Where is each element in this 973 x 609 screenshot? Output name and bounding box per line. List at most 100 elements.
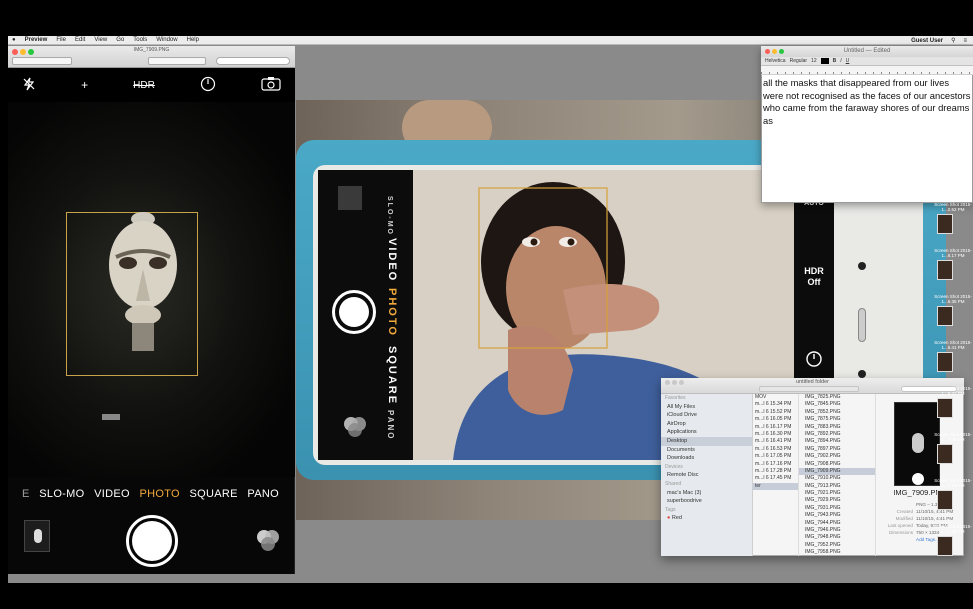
textedit-close-button[interactable] [765,49,770,54]
finder-file-row[interactable]: IMG_7883.PNG [799,424,875,431]
screenshot-file-icon[interactable] [937,214,953,234]
sidebar-item-remote-disc[interactable]: Remote Disc [661,471,752,480]
bold-button[interactable]: B [833,58,837,64]
finder-file-row[interactable]: IMG_7825.PNG [799,394,875,401]
textedit-ruler[interactable] [761,66,973,75]
screenshot-file-label[interactable]: Screen Shot 2015-1...6.35 PM [933,294,973,304]
shutter-button-inner[interactable] [132,521,172,561]
screenshot-file-label[interactable]: Screen Shot 2015-1...8.17 PM [933,248,973,258]
sidebar-item-applications[interactable]: Applications [661,428,752,437]
finder-file-row[interactable]: IMG_7902.PNG [799,453,875,460]
finder-file-row[interactable]: IMG_7909.PNG [799,467,875,476]
mode-photo[interactable]: PHOTO [139,488,179,506]
menu-tools[interactable]: Tools [133,37,147,43]
finder-file-row[interactable]: IMG_7875.PNG [799,416,875,423]
search-input[interactable] [216,57,290,65]
screenshot-file-icon[interactable] [937,444,953,464]
hdr-toggle[interactable]: HDR [133,80,155,91]
notification-icon[interactable]: ≡ [963,38,967,44]
sidebar-item-superboodrive[interactable]: superboodrive [661,497,752,506]
menu-go[interactable]: Go [116,37,124,43]
sidebar-item-macs-mac[interactable]: mac's Mac (3) [661,489,752,498]
textedit-minimize-button[interactable] [772,49,777,54]
finder-minimize-button[interactable] [672,380,677,385]
finder-col-a-item[interactable]: m...l 6 16.41 PM [753,438,798,445]
spotlight-icon[interactable]: ⚲ [951,37,955,44]
switch-camera-icon[interactable] [261,76,281,94]
sidebar-item-tag-red[interactable]: ● Red [661,514,752,523]
font-size-select[interactable]: 12 [811,58,817,64]
screenshot-file-label[interactable]: Screen Shot 2015-1...7.05 PM [933,432,973,442]
finder-file-row[interactable]: IMG_7894.PNG [799,438,875,445]
mode-slomo[interactable]: SLO-MO [39,488,84,506]
finder-col-a-item[interactable]: MOV [753,394,798,401]
live-icon[interactable]: + [81,78,88,92]
finder-col-a-item[interactable]: m...l 6 17.16 PM [753,461,798,468]
finder-file-row[interactable]: IMG_7852.PNG [799,409,875,416]
menu-preview[interactable]: Preview [25,37,48,43]
finder-col-a-item[interactable]: m...l 6 17.45 PM [753,475,798,482]
finder-file-row[interactable]: IMG_7948.PNG [799,534,875,541]
finder-file-row[interactable]: IMG_7943.PNG [799,512,875,519]
sidebar-item-icloud-drive[interactable]: iCloud Drive [661,411,752,420]
finder-file-row[interactable]: IMG_7913.PNG [799,483,875,490]
finder-file-row[interactable]: IMG_7946.PNG [799,527,875,534]
screenshot-file-label[interactable]: Screen Shot 2015-1...7.16 PM [933,478,973,488]
finder-col-a-item[interactable]: m...l 6 17.28 PM [753,468,798,475]
apple-icon[interactable]: ● [12,37,16,43]
screenshot-file-icon[interactable] [937,490,953,510]
underline-button[interactable]: U [846,58,850,64]
menu-edit[interactable]: Edit [75,37,85,43]
finder-col-a-item[interactable]: m...l 6 16.05 PM [753,416,798,423]
finder-file-row[interactable]: IMG_7921.PNG [799,490,875,497]
finder-file-row[interactable]: IMG_7910.PNG [799,475,875,482]
screenshot-file-label[interactable]: Screen Shot 2015-1...6.42 PM [933,386,973,396]
text-color-swatch[interactable] [820,58,829,64]
filters-icon[interactable] [254,527,282,555]
menu-help[interactable]: Help [187,37,199,43]
screenshot-file-icon[interactable] [937,352,953,372]
finder-file-row[interactable]: IMG_7845.PNG [799,401,875,408]
textedit-body[interactable]: all the masks that disappeared from our … [763,77,971,197]
mode-video[interactable]: VIDEO [94,488,130,506]
finder-col-a-item[interactable]: m...l 6 15.52 PM [753,409,798,416]
screenshot-file-icon[interactable] [937,306,953,326]
sidebar-item-airdrop[interactable]: AirDrop [661,420,752,429]
mode-pano[interactable]: PANO [247,488,279,506]
finder-col-a-item[interactable]: m...l 6 15.34 PM [753,401,798,408]
finder-file-row[interactable]: IMG_7958.PNG [799,549,875,556]
sidebar-item-all-my-files[interactable]: All My Files [661,403,752,412]
iphone-mode-selector[interactable]: E SLO-MO VIDEO PHOTO SQUARE PANO [8,488,295,506]
sidebar-item-documents[interactable]: Documents [661,446,752,455]
mode-square[interactable]: SQUARE [190,488,238,506]
finder-col-a-item[interactable]: m...l 6 16.53 PM [753,446,798,453]
font-style-select[interactable]: Regular [790,58,808,64]
finder-file-row[interactable]: IMG_7944.PNG [799,520,875,527]
finder-file-row[interactable]: IMG_7929.PNG [799,497,875,504]
finder-zoom-button[interactable] [679,380,684,385]
camera-roll-thumbnail[interactable] [24,520,50,552]
finder-col-a-item[interactable]: m...l 6 16.30 PM [753,431,798,438]
finder-col-a-item[interactable]: m...l 6 16.17 PM [753,424,798,431]
font-family-select[interactable]: Helvetica [765,58,786,64]
mode-partial[interactable]: E [22,488,30,506]
finder-file-row[interactable]: IMG_7897.PNG [799,446,875,453]
menu-file[interactable]: File [56,37,66,43]
finder-file-row[interactable]: IMG_7952.PNG [799,542,875,549]
view-zoom-controls[interactable] [12,57,72,65]
finder-toolbar-controls[interactable] [759,386,859,392]
finder-file-row[interactable]: IMG_7931.PNG [799,505,875,512]
flash-off-icon[interactable] [22,77,36,94]
screenshot-file-icon[interactable] [937,260,953,280]
menu-view[interactable]: View [94,37,107,43]
menu-window[interactable]: Window [156,37,177,43]
textedit-zoom-button[interactable] [779,49,784,54]
timer-icon[interactable] [200,76,216,95]
screenshot-file-label[interactable]: Screen Shot 2015-1...7.28 PM [933,524,973,534]
finder-col-a-item[interactable]: m...l 6 17.05 PM [753,453,798,460]
user-name[interactable]: Guest User [911,38,943,44]
screenshot-file-label[interactable]: Screen Shot 2015-1...6.41 PM [933,340,973,350]
finder-file-row[interactable]: IMG_7892.PNG [799,431,875,438]
sidebar-item-downloads[interactable]: Downloads [661,454,752,463]
finder-col-a-item[interactable]: ter [753,482,798,491]
